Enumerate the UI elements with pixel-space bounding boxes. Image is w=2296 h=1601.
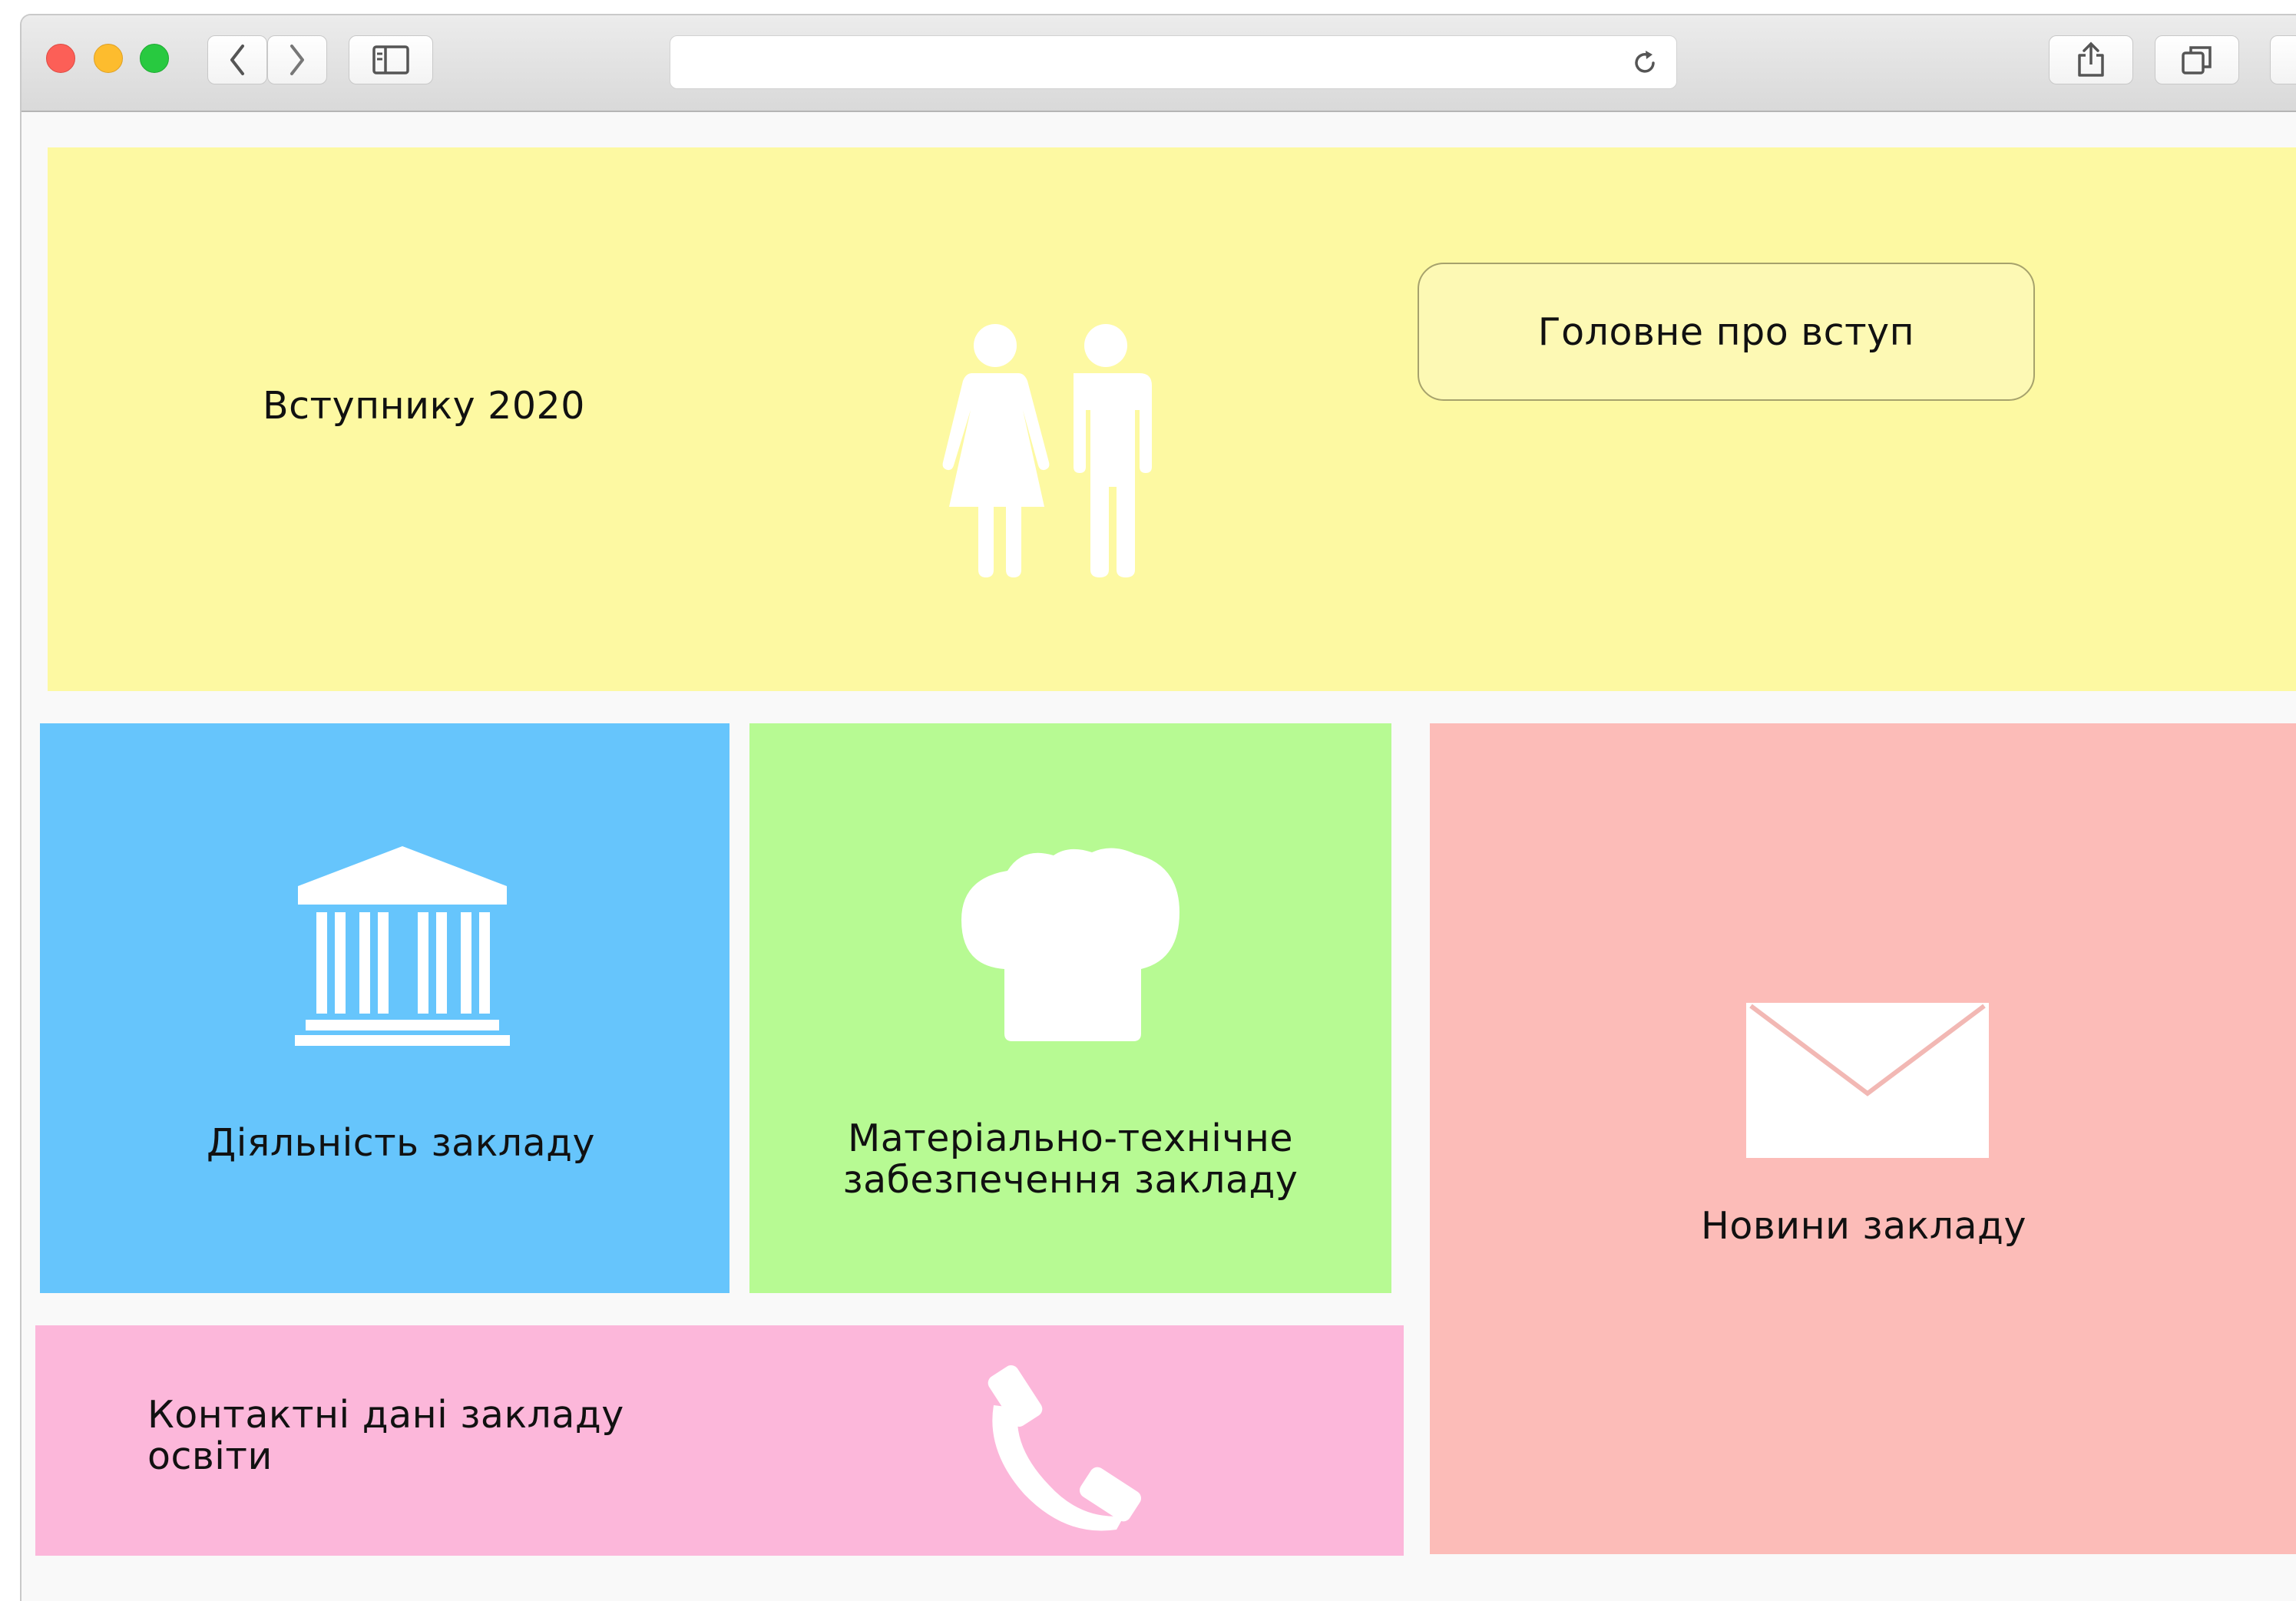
page-content: Вступнику 2020 Головне про вступ Діяльні…	[22, 112, 2296, 1601]
zoom-window-button[interactable]	[140, 44, 169, 73]
chevron-right-icon	[290, 45, 304, 75]
share-icon	[2078, 41, 2104, 77]
admission-title: Вступнику 2020	[263, 384, 585, 428]
tabs-icon	[2182, 46, 2212, 74]
envelope-icon	[1746, 1003, 1989, 1158]
chef-hat-icon	[961, 848, 1179, 1041]
equipment-tile[interactable]: Матеріально-технічне забезпечення заклад…	[749, 723, 1391, 1293]
minimize-window-button[interactable]	[94, 44, 123, 73]
activity-tile[interactable]: Діяльність закладу	[40, 723, 729, 1293]
news-title: Новини закладу	[1701, 1204, 2026, 1248]
browser-window: Вступнику 2020 Головне про вступ Діяльні…	[20, 14, 2296, 1601]
contacts-tile[interactable]: Контактні дані закладу освіти	[35, 1325, 1404, 1556]
phone-icon	[988, 1364, 1142, 1531]
equipment-title-line1: Матеріально-технічне	[847, 1116, 1294, 1160]
contacts-title-line2: освіти	[147, 1434, 273, 1478]
people-icon	[942, 324, 1152, 577]
sidebar-toggle-button[interactable]	[349, 35, 433, 84]
browser-toolbar	[22, 15, 2296, 112]
close-window-button[interactable]	[46, 44, 75, 73]
equipment-title-line2: забезпечення закладу	[842, 1158, 1299, 1202]
institution-icon	[295, 846, 510, 1046]
tabs-overview-button[interactable]	[2155, 35, 2239, 84]
admission-tile[interactable]: Вступнику 2020 Головне про вступ	[48, 147, 2296, 691]
admission-main-button[interactable]: Головне про вступ	[1418, 263, 2035, 401]
share-button[interactable]	[2049, 35, 2133, 84]
address-bar[interactable]	[670, 35, 1677, 89]
activity-title: Діяльність закладу	[206, 1121, 596, 1165]
reload-icon[interactable]	[1632, 48, 1659, 78]
back-button[interactable]	[207, 35, 267, 84]
chevron-left-icon	[230, 45, 244, 75]
sidebar-icon	[372, 45, 409, 74]
contacts-title-line1: Контактні дані закладу	[147, 1393, 624, 1437]
contacts-title: Контактні дані закладу освіти	[147, 1394, 624, 1477]
equipment-title: Матеріально-технічне забезпечення заклад…	[749, 1118, 1391, 1201]
new-tab-button[interactable]	[2270, 35, 2296, 84]
forward-button[interactable]	[267, 35, 327, 84]
news-tile[interactable]: Новини закладу	[1430, 723, 2296, 1554]
